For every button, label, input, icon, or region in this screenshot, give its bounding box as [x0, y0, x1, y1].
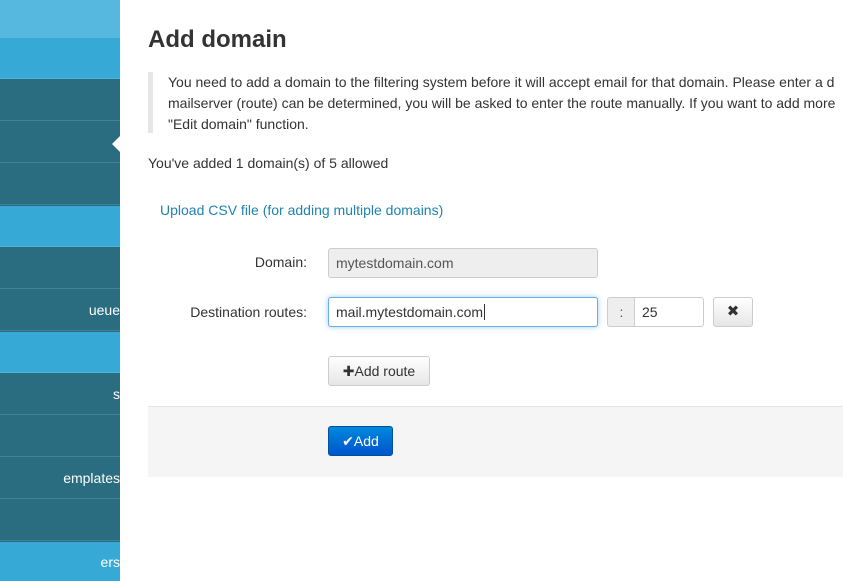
upload-csv-link[interactable]: Upload CSV file (for adding multiple dom…	[160, 202, 443, 218]
sidebar-item[interactable]	[0, 122, 120, 163]
sidebar-item[interactable]: ers	[0, 542, 120, 581]
remove-route-button[interactable]: ✖	[713, 297, 753, 327]
sidebar-item[interactable]	[0, 500, 120, 541]
notice-line: You need to add a domain to the filterin…	[168, 74, 835, 90]
sidebar-item[interactable]	[0, 206, 120, 247]
domain-label: Domain:	[254, 254, 307, 270]
port-separator: :	[607, 297, 635, 327]
notice-line: mailserver (route) can be determined, yo…	[168, 95, 836, 111]
sidebar-item-label: ueue	[88, 302, 120, 318]
active-item-indicator-icon	[112, 135, 120, 153]
destination-routes-label: Destination routes:	[190, 304, 307, 320]
sidebar-item[interactable]	[0, 164, 120, 205]
sidebar-item[interactable]	[0, 416, 120, 457]
sidebar-item[interactable]: s	[0, 374, 120, 415]
submit-label: Add	[353, 433, 379, 449]
plus-icon: ✚	[342, 363, 355, 379]
text-cursor	[484, 304, 486, 320]
sidebar-item[interactable]: ueue	[0, 290, 120, 331]
sidebar-item-label: s	[113, 386, 120, 402]
sidebar-item[interactable]: emplates	[0, 458, 120, 499]
sidebar-header	[0, 0, 120, 38]
main-content: Add domain You need to add a domain to t…	[120, 0, 843, 581]
notice-line: "Edit domain" function.	[168, 116, 309, 132]
sidebar-item[interactable]	[0, 38, 120, 79]
sidebar-item[interactable]	[0, 80, 120, 121]
route-host-value: mail.mytestdomain.com	[336, 304, 484, 320]
add-route-button[interactable]: ✚Add route	[328, 356, 430, 386]
close-icon: ✖	[726, 303, 740, 320]
add-route-label: Add route	[354, 363, 416, 379]
route-host-input[interactable]: mail.mytestdomain.com	[328, 297, 598, 327]
page-title: Add domain	[148, 26, 287, 53]
sidebar-nav: ueue s emplates ers	[0, 0, 120, 581]
domain-field: mytestdomain.com	[328, 248, 598, 278]
form-actions-bar	[148, 406, 843, 477]
route-port-input[interactable]: 25	[634, 297, 704, 327]
domain-count-text: You've added 1 domain(s) of 5 allowed	[148, 155, 389, 171]
checkmark-icon: ✔	[342, 433, 354, 449]
sidebar-item[interactable]	[0, 332, 120, 373]
add-domain-submit-button[interactable]: ✔Add	[328, 426, 393, 456]
sidebar-item[interactable]	[0, 248, 120, 289]
sidebar-item-label: emplates	[63, 470, 120, 486]
info-notice: You need to add a domain to the filterin…	[148, 72, 843, 133]
sidebar-item-label: ers	[100, 554, 120, 570]
